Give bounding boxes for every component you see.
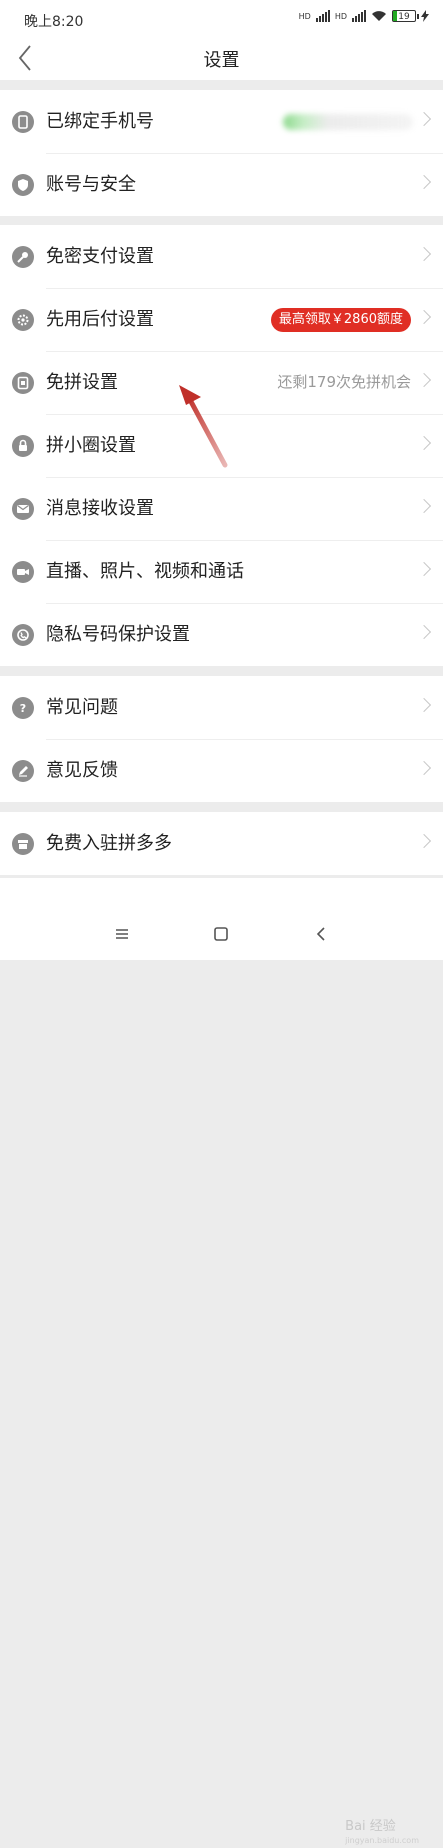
camera-icon xyxy=(12,561,34,583)
row-account-security[interactable]: 账号与安全 xyxy=(0,153,443,216)
battery-level: 19 xyxy=(398,12,410,22)
row-privacy-number-label: 隐私号码保护设置 xyxy=(46,624,190,645)
row-group-free[interactable]: 免拼设置 还剩179次免拼机会 xyxy=(0,351,443,414)
hd-label-2: HD xyxy=(334,11,347,21)
page-title: 设置 xyxy=(203,50,240,71)
row-feedback-label: 意见反馈 xyxy=(46,760,118,781)
phone-number-blurred xyxy=(283,114,413,130)
question-icon: ? xyxy=(12,697,34,719)
row-password-free-pay[interactable]: 免密支付设置 xyxy=(0,225,443,288)
row-circle-settings-label: 拼小圈设置 xyxy=(46,435,136,456)
chevron-right-icon xyxy=(416,697,432,713)
key-icon xyxy=(12,246,34,268)
signal-icon xyxy=(315,10,330,22)
status-icons: HD HD 19 xyxy=(299,10,429,22)
chevron-right-icon xyxy=(416,174,432,190)
credit-offer-badge[interactable]: 最高领取￥2860额度 xyxy=(270,308,411,332)
home-key-icon[interactable] xyxy=(210,924,232,944)
row-media-calls[interactable]: 直播、照片、视频和通话 xyxy=(0,540,443,603)
status-bar: 晚上8:20 HD HD 19 xyxy=(0,0,443,36)
chevron-right-icon xyxy=(416,372,432,388)
pencil-icon xyxy=(12,760,34,782)
chevron-right-icon xyxy=(416,624,432,640)
wifi-icon xyxy=(372,11,386,21)
chevron-right-icon xyxy=(416,246,432,262)
shield-icon xyxy=(12,174,34,196)
row-feedback[interactable]: 意见反馈 xyxy=(0,739,443,802)
section-settings: 免密支付设置 先用后付设置 最高领取￥2860额度 免拼设置 还剩179次免拼机… xyxy=(0,225,443,666)
row-merchant-join[interactable]: 免费入驻拼多多 xyxy=(0,812,443,875)
row-account-security-label: 账号与安全 xyxy=(46,174,136,195)
chevron-right-icon xyxy=(416,111,432,127)
chevron-right-icon xyxy=(416,561,432,577)
section-help: ? 常见问题 意见反馈 xyxy=(0,676,443,802)
section-merchant: 免费入驻拼多多 xyxy=(0,812,443,875)
row-faq-label: 常见问题 xyxy=(46,697,118,718)
watermark-sub: jingyan.baidu.com xyxy=(345,1836,419,1845)
row-pay-later-label: 先用后付设置 xyxy=(46,309,154,330)
chevron-right-icon xyxy=(416,309,432,325)
store-icon xyxy=(12,833,34,855)
row-privacy-number[interactable]: 隐私号码保护设置 xyxy=(0,603,443,666)
hd-label-1: HD xyxy=(298,11,311,21)
card-icon xyxy=(12,372,34,394)
nav-bar: 设置 xyxy=(0,36,443,80)
phone-circle-icon xyxy=(12,624,34,646)
lock-icon xyxy=(12,435,34,457)
mail-icon xyxy=(12,498,34,520)
system-nav-bar: Bai 经验 jingyan.baidu.com xyxy=(0,908,443,1845)
status-time: 晚上8:20 xyxy=(24,14,84,30)
signal-icon-2 xyxy=(352,10,366,22)
next-section-partial xyxy=(0,878,443,908)
row-media-calls-label: 直播、照片、视频和通话 xyxy=(46,561,244,582)
row-phone[interactable]: 已绑定手机号 xyxy=(0,90,443,153)
row-merchant-join-label: 免费入驻拼多多 xyxy=(46,833,172,854)
row-password-free-pay-label: 免密支付设置 xyxy=(46,246,154,267)
row-notifications-label: 消息接收设置 xyxy=(46,498,154,519)
section-account: 已绑定手机号 账号与安全 xyxy=(0,90,443,216)
row-pay-later[interactable]: 先用后付设置 最高领取￥2860额度 xyxy=(0,288,443,351)
watermark-text: Bai 经验 xyxy=(345,1819,396,1834)
battery-icon: 19 xyxy=(392,10,419,22)
chevron-right-icon xyxy=(416,760,432,776)
phone-icon xyxy=(12,111,34,133)
battery-fill xyxy=(393,11,398,21)
row-group-free-label: 免拼设置 xyxy=(46,372,118,393)
chevron-right-icon xyxy=(416,435,432,451)
back-key-icon[interactable] xyxy=(310,924,332,944)
gear-icon xyxy=(12,309,34,331)
row-phone-label: 已绑定手机号 xyxy=(46,111,154,132)
row-faq[interactable]: ? 常见问题 xyxy=(0,676,443,739)
row-circle-settings[interactable]: 拼小圈设置 xyxy=(0,414,443,477)
chevron-right-icon xyxy=(416,498,432,514)
menu-key-icon[interactable] xyxy=(111,924,133,944)
row-notifications[interactable]: 消息接收设置 xyxy=(0,477,443,540)
baidu-watermark: Bai 经验 jingyan.baidu.com xyxy=(345,1820,419,1848)
charging-icon xyxy=(421,10,429,22)
svg-text:?: ? xyxy=(20,702,26,715)
group-free-remaining: 还剩179次免拼机会 xyxy=(277,373,411,391)
chevron-right-icon xyxy=(416,833,432,849)
